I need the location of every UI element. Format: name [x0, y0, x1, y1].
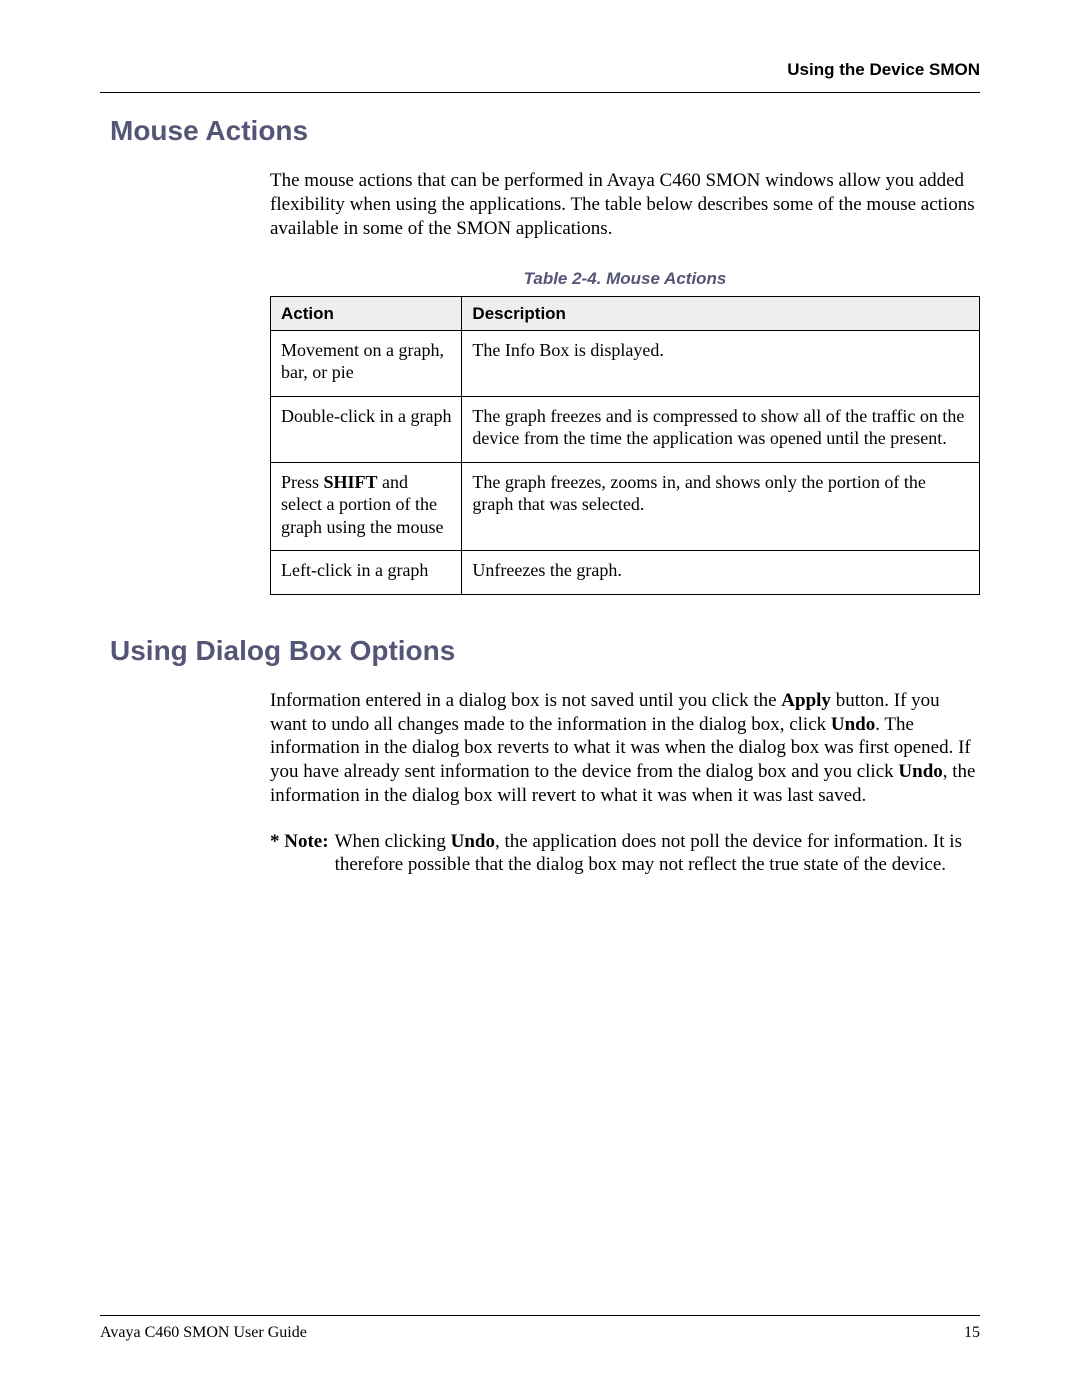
running-head: Using the Device SMON: [100, 60, 980, 80]
text-run: Press: [281, 472, 324, 492]
text-bold-undo: Undo: [898, 761, 942, 782]
table-cell-action: Left-click in a graph: [271, 551, 462, 595]
section-heading-mouse-actions: Mouse Actions: [110, 115, 980, 147]
section2: Using Dialog Box Options Information ent…: [110, 635, 980, 877]
footer-rule: [100, 1315, 980, 1316]
table-caption: Table 2-4. Mouse Actions: [270, 268, 980, 289]
table-cell-action: Movement on a graph, bar, or pie: [271, 330, 462, 396]
text-bold-undo: Undo: [831, 714, 875, 735]
section1-body: The mouse actions that can be performed …: [270, 169, 980, 595]
table-cell-action: Double-click in a graph: [271, 396, 462, 462]
table-cell-description: The graph freezes, zooms in, and shows o…: [462, 462, 980, 551]
section-heading-dialog-options: Using Dialog Box Options: [110, 635, 980, 667]
text-run: When clicking: [335, 831, 451, 852]
section1-intro: The mouse actions that can be performed …: [270, 169, 980, 240]
page: Using the Device SMON Mouse Actions The …: [0, 0, 1080, 1397]
footer-doc-title: Avaya C460 SMON User Guide: [100, 1324, 307, 1342]
text-bold-apply: Apply: [781, 690, 831, 711]
table-cell-description: The graph freezes and is compressed to s…: [462, 396, 980, 462]
text-bold-undo: Undo: [451, 831, 495, 852]
note-body: When clicking Undo, the application does…: [335, 830, 980, 878]
table-cell-description: The Info Box is displayed.: [462, 330, 980, 396]
footer-row: Avaya C460 SMON User Guide 15: [100, 1324, 980, 1342]
page-footer: Avaya C460 SMON User Guide 15: [100, 1315, 980, 1342]
table-cell-description: Unfreezes the graph.: [462, 551, 980, 595]
table-header-row: Action Description: [271, 296, 980, 330]
table-header-description: Description: [462, 296, 980, 330]
table-row: Movement on a graph, bar, or pie The Inf…: [271, 330, 980, 396]
table-cell-action: Press SHIFT and select a portion of the …: [271, 462, 462, 551]
text-bold: SHIFT: [324, 472, 378, 492]
text-run: Information entered in a dialog box is n…: [270, 690, 781, 711]
table-row: Double-click in a graph The graph freeze…: [271, 396, 980, 462]
table-header-action: Action: [271, 296, 462, 330]
section2-paragraph: Information entered in a dialog box is n…: [270, 689, 980, 808]
note-label: * Note:: [270, 830, 335, 878]
content-area: Mouse Actions The mouse actions that can…: [100, 115, 980, 877]
mouse-actions-table: Action Description Movement on a graph, …: [270, 296, 980, 595]
section2-body: Information entered in a dialog box is n…: [270, 689, 980, 877]
footer-page-number: 15: [964, 1324, 980, 1342]
table-row: Press SHIFT and select a portion of the …: [271, 462, 980, 551]
note-block: * Note: When clicking Undo, the applicat…: [270, 830, 980, 878]
header-rule: [100, 92, 980, 93]
table-row: Left-click in a graph Unfreezes the grap…: [271, 551, 980, 595]
